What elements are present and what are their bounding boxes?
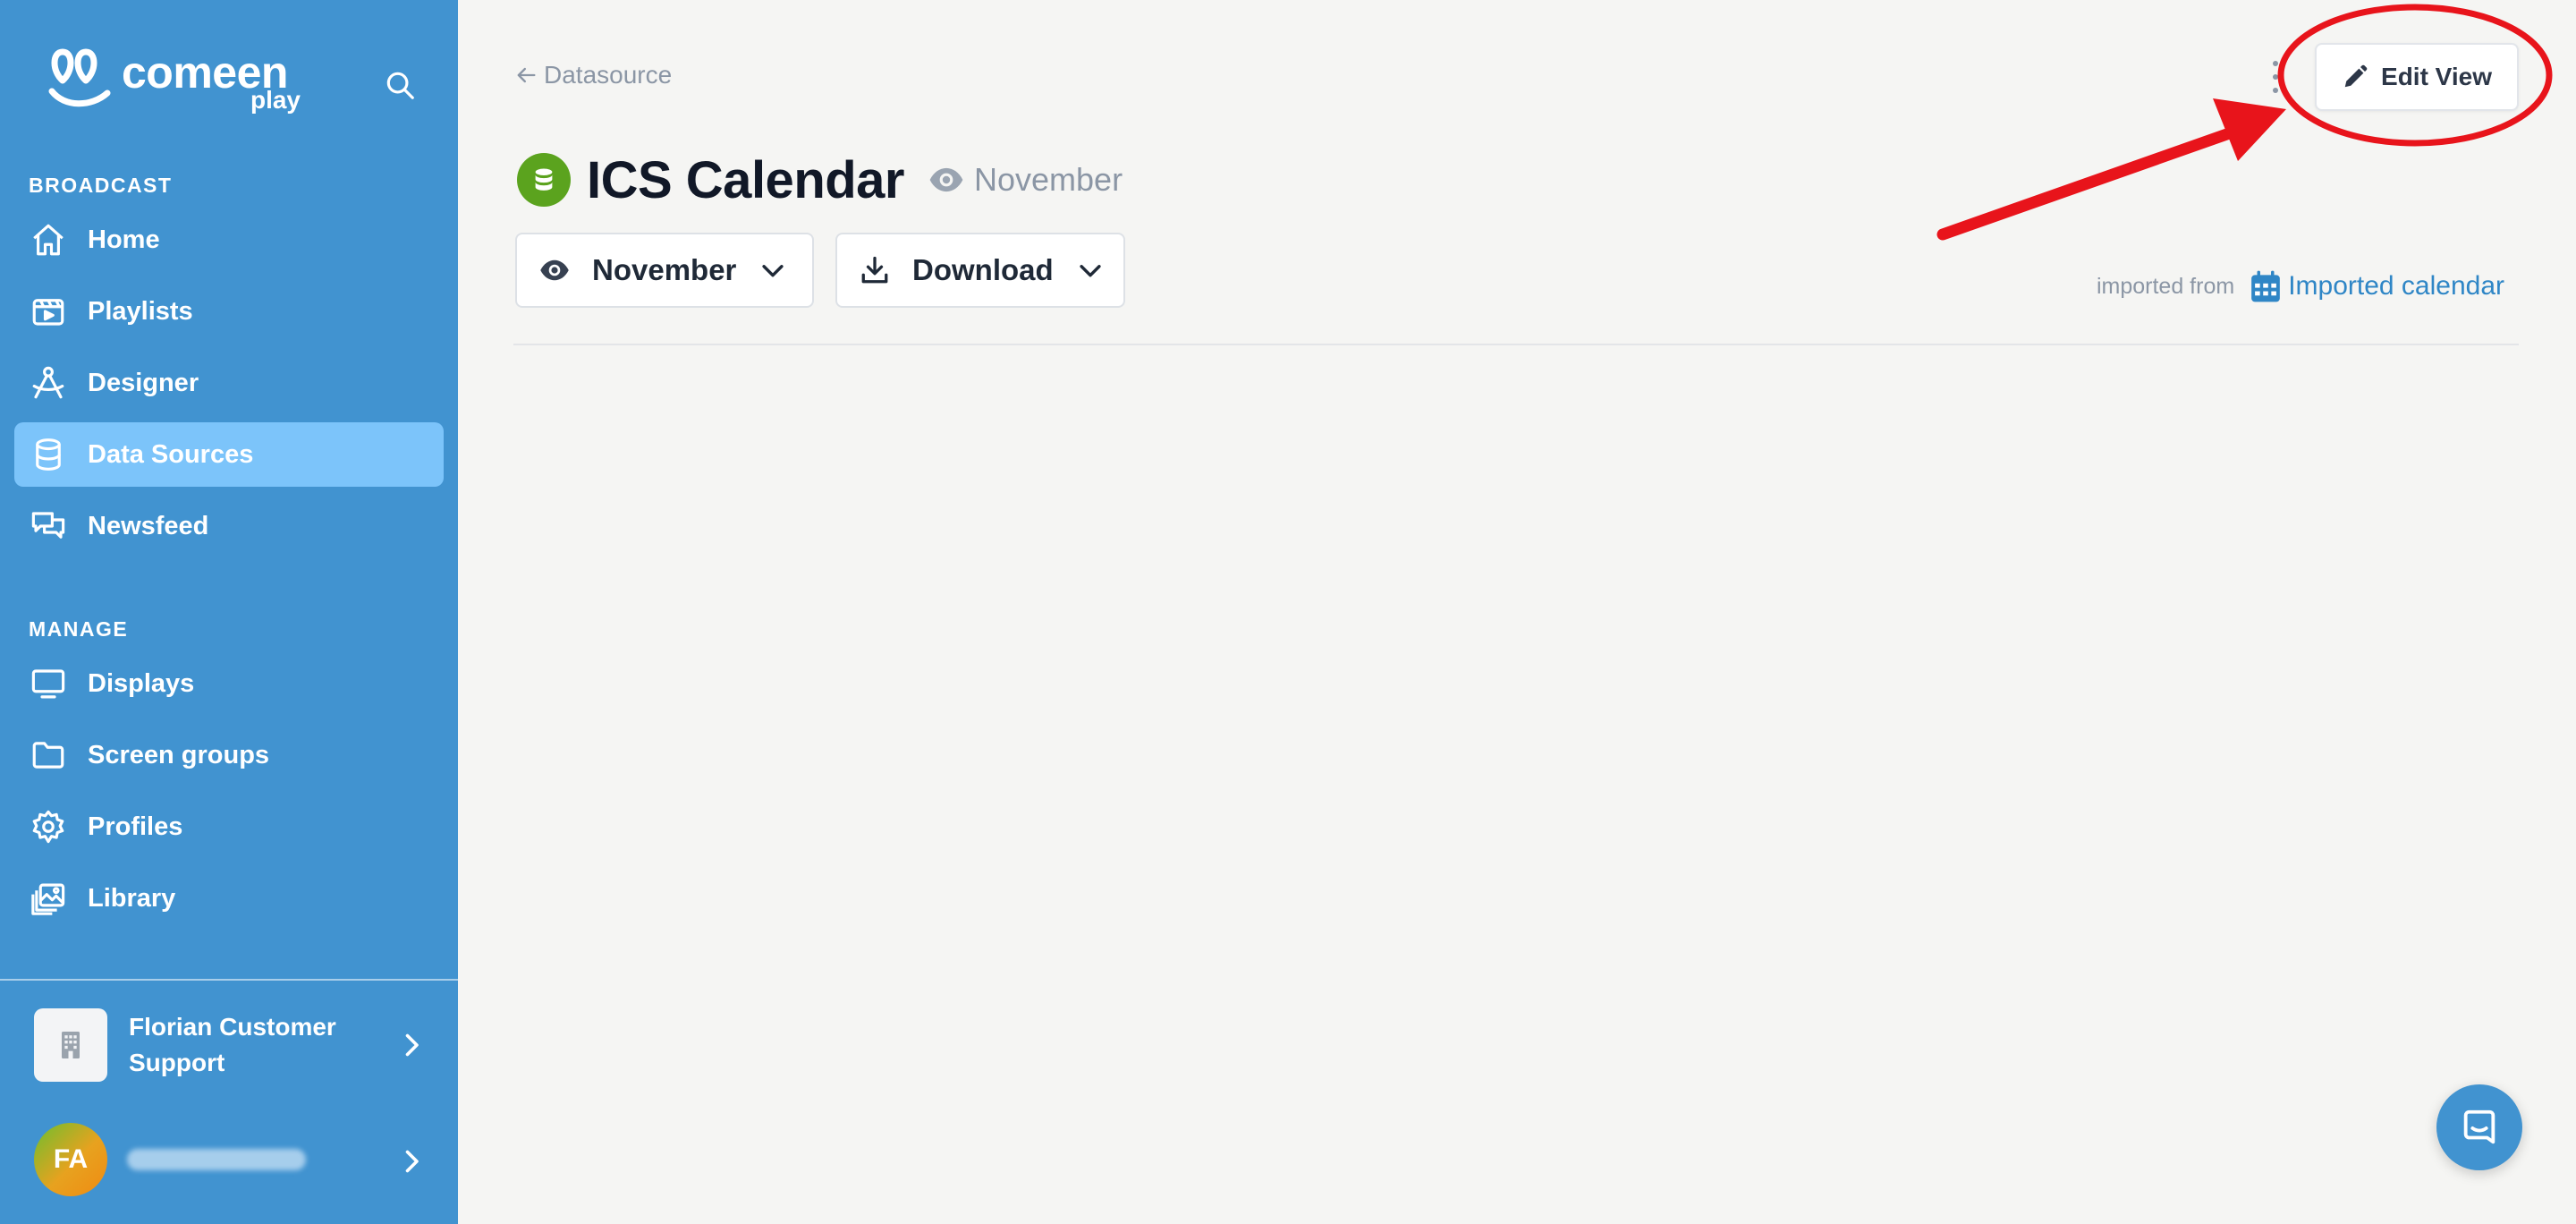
sidebar-item-home[interactable]: Home <box>14 208 444 272</box>
database-icon <box>29 435 68 474</box>
sidebar-item-label: Playlists <box>88 296 193 326</box>
search-icon[interactable] <box>383 68 417 102</box>
page-header: ICS Calendar November <box>517 149 1123 211</box>
import-source: imported from Imported calendar <box>2097 268 2504 304</box>
imported-calendar-link[interactable]: Imported calendar <box>2249 268 2504 304</box>
logo-text: comeen play <box>122 45 301 116</box>
download-icon <box>861 256 888 284</box>
sidebar-divider <box>0 979 458 981</box>
arrow-left-icon <box>517 67 536 83</box>
building-icon <box>34 1008 107 1082</box>
calendar-icon <box>2251 270 2281 302</box>
sidebar-item-label: Screen groups <box>88 740 270 769</box>
sidebar-item-label: Data Sources <box>88 439 254 469</box>
chat-bubbles-icon <box>29 506 68 546</box>
sidebar-item-label: Home <box>88 225 160 254</box>
section-label-broadcast: BROADCAST <box>29 174 173 197</box>
back-to-datasource-link[interactable]: Datasource <box>513 61 672 89</box>
home-icon <box>29 220 68 259</box>
user-menu[interactable]: FA <box>34 1122 428 1197</box>
designer-icon <box>29 363 68 403</box>
sidebar-item-label: Displays <box>88 668 195 698</box>
user-name-redacted <box>127 1149 306 1170</box>
annotation-arrow-shaft <box>1936 119 2258 241</box>
chat-icon <box>2463 1109 2496 1144</box>
pencil-icon <box>2344 64 2368 88</box>
sidebar-item-designer[interactable]: Designer <box>14 351 444 415</box>
current-view-label: November <box>974 161 1123 198</box>
sidebar-item-data-sources[interactable]: Data Sources <box>14 422 444 487</box>
sidebar-item-label: Designer <box>88 368 199 397</box>
organization-switcher[interactable]: Florian Customer Support <box>34 1006 428 1084</box>
eye-icon <box>540 259 569 281</box>
edit-view-button[interactable]: Edit View <box>2315 43 2519 111</box>
sidebar-item-displays[interactable]: Displays <box>14 651 444 716</box>
imported-from-label: imported from <box>2096 273 2235 299</box>
download-dropdown[interactable]: Download <box>835 233 1125 308</box>
chevron-right-icon <box>405 1150 419 1173</box>
chevron-down-icon <box>762 265 784 277</box>
back-link-label: Datasource <box>544 61 673 89</box>
sidebar-item-playlists[interactable]: Playlists <box>14 279 444 344</box>
avatar: FA <box>34 1123 107 1196</box>
gear-icon <box>29 807 68 846</box>
content-divider <box>513 344 2519 345</box>
edit-view-label: Edit View <box>2381 63 2492 90</box>
monitor-icon <box>29 664 68 703</box>
eye-icon <box>929 167 963 192</box>
download-label: Download <box>912 253 1054 286</box>
imported-calendar-label: Imported calendar <box>2288 271 2504 301</box>
folder-icon <box>29 735 68 775</box>
page-title: ICS Calendar <box>587 150 905 209</box>
sidebar-item-profiles[interactable]: Profiles <box>14 795 444 859</box>
organization-name: Florian Customer Support <box>129 1013 336 1076</box>
more-options-icon[interactable] <box>2268 61 2283 93</box>
sidebar-item-screen-groups[interactable]: Screen groups <box>14 723 444 787</box>
comeen-play-logo[interactable]: comeen play <box>45 45 301 116</box>
sidebar: comeen play BROADCAST Home Playlists Des… <box>0 0 458 1224</box>
chevron-down-icon <box>1080 265 1101 277</box>
sidebar-item-newsfeed[interactable]: Newsfeed <box>14 494 444 558</box>
sidebar-item-label: Library <box>88 883 176 913</box>
chevron-right-icon <box>405 1033 419 1057</box>
current-view-indicator: November <box>928 161 1123 199</box>
view-select[interactable]: November <box>515 233 814 308</box>
chat-support-button[interactable] <box>2436 1084 2522 1170</box>
logo-product: play <box>250 86 301 114</box>
annotation-arrow-head <box>2213 98 2286 161</box>
playlist-icon <box>29 292 68 331</box>
section-label-manage: MANAGE <box>29 617 129 641</box>
image-library-icon <box>29 879 68 918</box>
view-select-label: November <box>592 253 737 286</box>
sidebar-item-label: Newsfeed <box>88 511 209 540</box>
sidebar-item-library[interactable]: Library <box>14 866 444 931</box>
datasource-type-icon <box>517 153 571 207</box>
logo-mark-icon <box>48 48 111 107</box>
sidebar-item-label: Profiles <box>88 812 183 841</box>
